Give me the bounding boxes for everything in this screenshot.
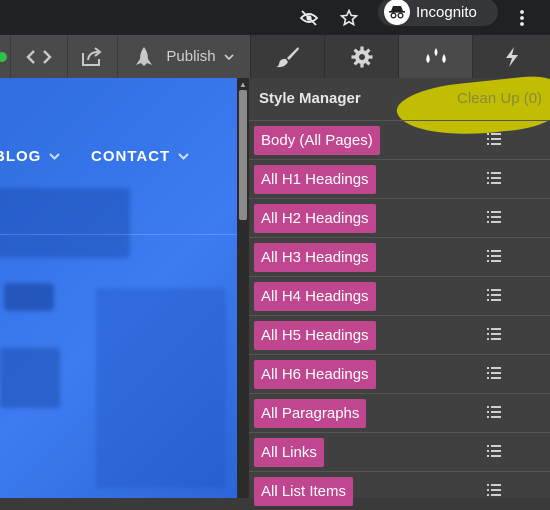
- list-icon[interactable]: [487, 171, 501, 185]
- nav-item-contact[interactable]: CONTACT: [91, 148, 189, 165]
- list-icon[interactable]: [487, 483, 501, 497]
- panel-tab-bar: [250, 35, 550, 78]
- style-row: All H6 Headings: [249, 354, 550, 393]
- bookmark-star-icon[interactable]: [336, 0, 362, 35]
- style-row: Body (All Pages): [249, 120, 550, 159]
- scrollbar-thumb[interactable]: [239, 90, 247, 220]
- publish-label: Publish: [166, 48, 216, 65]
- chevron-down-icon: [224, 53, 234, 60]
- clean-up-button[interactable]: Clean Up (0): [457, 90, 542, 107]
- incognito-icon: [384, 0, 410, 25]
- gear-icon: [351, 46, 373, 67]
- canvas-scrollbar[interactable]: ▲: [237, 78, 249, 498]
- style-row: All H3 Headings: [249, 237, 550, 276]
- tab-settings[interactable]: [324, 35, 399, 78]
- style-row: All Paragraphs: [249, 393, 550, 432]
- incognito-indicator[interactable]: Incognito: [378, 0, 498, 26]
- style-tag[interactable]: Body (All Pages): [254, 125, 380, 155]
- style-row: All H5 Headings: [249, 315, 550, 354]
- website-canvas[interactable]: BLOG CONTACT: [0, 78, 237, 498]
- style-tag[interactable]: All H4 Headings: [254, 281, 376, 311]
- tracking-protection-eye-off-icon[interactable]: [296, 0, 322, 35]
- style-list: Body (All Pages) All H1 Headings All H2 …: [249, 120, 550, 510]
- browser-top-bar: Incognito: [0, 0, 550, 35]
- publish-rocket-icon: [136, 46, 153, 66]
- tab-interactions[interactable]: [472, 35, 550, 78]
- style-tag[interactable]: All Links: [254, 437, 324, 467]
- blurred-image-block: [0, 348, 60, 408]
- droplets-icon: [426, 47, 446, 63]
- style-tag[interactable]: All List Items: [254, 476, 354, 506]
- code-brackets-icon: [25, 49, 52, 64]
- style-row: All H1 Headings: [249, 159, 550, 198]
- list-icon[interactable]: [487, 444, 501, 458]
- list-icon[interactable]: [487, 405, 501, 419]
- list-icon[interactable]: [487, 210, 501, 224]
- style-manager-panel: Style Manager Clean Up (0) Body (All Pag…: [249, 73, 550, 506]
- list-icon[interactable]: [487, 288, 501, 302]
- incognito-label: Incognito: [416, 3, 477, 21]
- blurred-image-block: [0, 188, 130, 258]
- publish-button[interactable]: Publish: [117, 35, 250, 78]
- browser-menu-icon[interactable]: [510, 0, 534, 35]
- style-tag[interactable]: All H5 Headings: [254, 320, 376, 350]
- chevron-down-icon: [178, 153, 189, 160]
- style-tag[interactable]: All H2 Headings: [254, 203, 376, 233]
- panel-title: Style Manager: [259, 90, 361, 107]
- lightning-bolt-icon: [506, 46, 518, 67]
- nav-item-blog[interactable]: BLOG: [0, 148, 61, 165]
- style-tag[interactable]: All H1 Headings: [254, 164, 376, 194]
- nav-item-label: CONTACT: [91, 148, 171, 165]
- chevron-down-icon: [49, 153, 61, 160]
- editor-toolbar: Publish: [0, 35, 250, 79]
- list-icon[interactable]: [487, 327, 501, 341]
- style-row: All List Items: [249, 471, 550, 510]
- paint-brush-icon: [276, 46, 299, 67]
- style-row: All H2 Headings: [249, 198, 550, 237]
- list-icon[interactable]: [487, 366, 501, 380]
- export-button[interactable]: [67, 35, 118, 78]
- style-tag[interactable]: All H3 Headings: [254, 242, 376, 272]
- style-row: All H4 Headings: [249, 276, 550, 315]
- export-share-icon: [82, 46, 102, 66]
- blurred-image-block: [96, 288, 226, 488]
- blurred-image-block: [4, 283, 54, 311]
- style-row: All Links: [249, 432, 550, 471]
- list-icon[interactable]: [487, 249, 501, 263]
- scroll-up-arrow-icon[interactable]: ▲: [237, 78, 249, 90]
- code-view-button[interactable]: [10, 35, 68, 78]
- nav-divider: [0, 234, 237, 235]
- nav-item-label: BLOG: [0, 148, 42, 165]
- style-tag[interactable]: All H6 Headings: [254, 359, 376, 389]
- list-icon[interactable]: [487, 132, 501, 146]
- tab-style-manager[interactable]: [398, 35, 473, 78]
- tab-style-brush[interactable]: [250, 35, 325, 78]
- panel-header: Style Manager Clean Up (0): [249, 73, 550, 143]
- style-tag[interactable]: All Paragraphs: [254, 398, 367, 428]
